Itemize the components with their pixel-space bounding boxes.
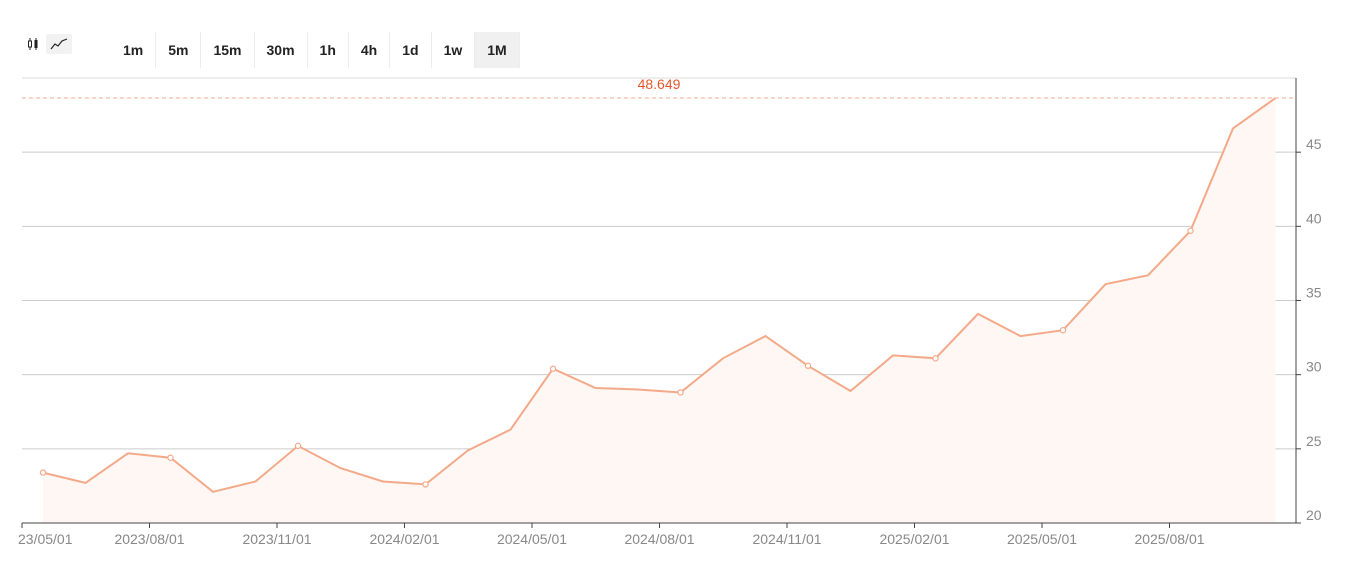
y-tick-label: 25 — [1306, 433, 1322, 449]
y-axis-ticks: 20 25 30 35 40 45 — [1296, 136, 1322, 524]
data-point — [167, 454, 174, 461]
line-chart-button[interactable] — [46, 34, 72, 54]
last-price-label: 48.649 — [638, 76, 681, 92]
candlestick-chart-button[interactable] — [20, 34, 46, 54]
interval-button-15m[interactable]: 15m — [201, 32, 255, 68]
interval-button-1w[interactable]: 1w — [432, 32, 476, 68]
y-tick-label: 30 — [1306, 359, 1322, 375]
data-point — [549, 365, 557, 372]
data-point — [804, 362, 812, 369]
data-point — [1187, 227, 1194, 234]
data-point — [39, 469, 47, 476]
interval-button-30m[interactable]: 30m — [255, 32, 308, 68]
data-point — [932, 355, 939, 362]
data-point — [677, 389, 684, 396]
x-tick-label: 2025/08/01 — [1134, 531, 1204, 547]
data-point — [1059, 326, 1067, 334]
x-tick-label: 2024/05/01 — [497, 531, 567, 547]
y-tick-label: 40 — [1306, 210, 1322, 226]
y-tick-label: 45 — [1306, 136, 1322, 152]
candlestick-icon — [28, 38, 38, 50]
y-tick-label: 20 — [1306, 507, 1322, 523]
data-point — [422, 481, 429, 488]
x-tick-label: 2023/08/01 — [114, 531, 184, 547]
line-chart-icon — [50, 38, 68, 50]
x-tick-label: 2024/02/01 — [369, 531, 439, 547]
series-area — [43, 98, 1276, 523]
interval-button-1m[interactable]: 1M — [475, 32, 520, 68]
x-tick-label: 2023/11/01 — [242, 531, 311, 547]
x-tick-label: 23/05/01 — [18, 531, 73, 547]
x-tick-label: 2024/11/01 — [752, 531, 821, 547]
x-tick-label: 2025/02/01 — [879, 531, 949, 547]
interval-selector: 1m 5m 15m 30m 1h 4h 1d 1w 1M — [111, 32, 520, 68]
y-tick-label: 35 — [1306, 285, 1322, 301]
interval-button-1m[interactable]: 1m — [111, 32, 157, 68]
interval-button-1h[interactable]: 1h — [308, 32, 349, 68]
x-tick-label: 2025/05/01 — [1007, 531, 1077, 547]
x-axis-ticks: 23/05/01 2023/08/01 2023/11/01 2024/02/01 20… — [18, 523, 1205, 547]
interval-button-4h[interactable]: 4h — [349, 32, 391, 68]
interval-button-5m[interactable]: 5m — [156, 32, 202, 68]
price-chart: 48.649 20 25 30 35 40 45 23/05/01 2023/08/01 20… — [18, 76, 1322, 547]
x-tick-label: 2024/08/01 — [624, 531, 694, 547]
data-point — [294, 442, 302, 450]
interval-button-1d[interactable]: 1d — [390, 32, 432, 68]
